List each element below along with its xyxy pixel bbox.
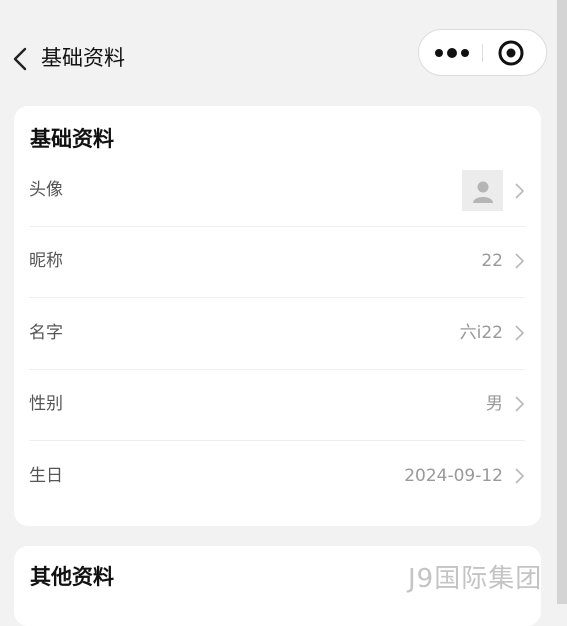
row-label: 头像 [29, 180, 63, 200]
window-edge [557, 0, 567, 604]
row-divider [29, 297, 525, 298]
row-value: 22 [481, 251, 503, 271]
row-value: 六i22 [459, 323, 503, 343]
target-icon [498, 40, 524, 66]
more-button[interactable] [429, 30, 475, 75]
back-button[interactable] [6, 44, 34, 74]
chevron-right-icon [515, 468, 525, 484]
user-placeholder-icon [472, 181, 493, 203]
capsule-divider [482, 44, 483, 62]
nickname-row[interactable]: 昵称 22 [29, 249, 525, 273]
avatar [462, 170, 503, 211]
row-divider [29, 440, 525, 441]
gender-row[interactable]: 性别 男 [29, 392, 525, 416]
row-label: 名字 [29, 323, 63, 343]
avatar-row[interactable]: 头像 [29, 170, 525, 212]
close-miniprogram-button[interactable] [496, 38, 526, 68]
chevron-right-icon [515, 183, 525, 199]
watermark-logo: J9国际集团 [408, 564, 543, 594]
nav-bar: 基础资料 [0, 0, 557, 92]
page-title: 基础资料 [41, 46, 125, 70]
row-label: 性别 [29, 394, 63, 414]
name-row[interactable]: 名字 六i22 [29, 321, 525, 345]
menu-capsule [418, 29, 547, 76]
chevron-right-icon [515, 396, 525, 412]
birthday-row[interactable]: 生日 2024-09-12 [29, 464, 525, 488]
basic-info-card: 基础资料 头像 昵称 22 名字 六i22 性别 男 生日 2024-09-12 [14, 106, 541, 526]
chevron-left-icon [13, 47, 27, 71]
row-label: 生日 [29, 466, 63, 486]
row-divider [29, 226, 525, 227]
chevron-right-icon [515, 253, 525, 269]
section-title: 基础资料 [30, 127, 114, 151]
section-title: 其他资料 [30, 565, 114, 589]
row-value: 2024-09-12 [404, 466, 503, 486]
row-label: 昵称 [29, 251, 63, 271]
more-icon [435, 48, 443, 57]
row-value: 男 [486, 394, 503, 414]
chevron-right-icon [515, 325, 525, 341]
row-divider [29, 369, 525, 370]
